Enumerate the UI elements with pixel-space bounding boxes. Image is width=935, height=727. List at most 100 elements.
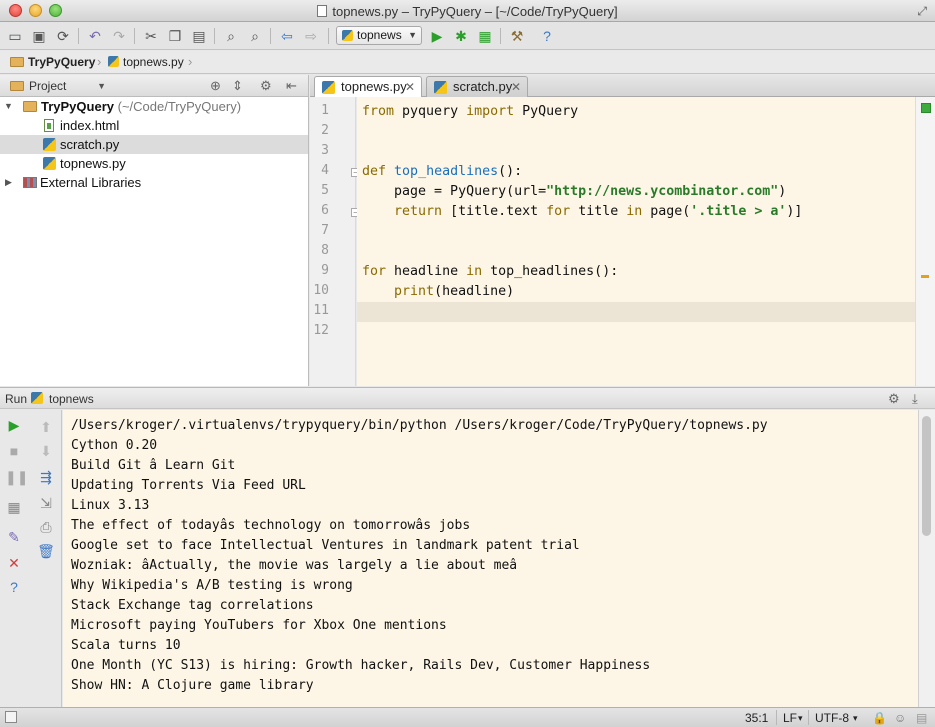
tab-scratch-py[interactable]: scratch.py ✕ <box>426 76 528 97</box>
inspector-icon[interactable]: ☺ <box>894 711 906 725</box>
python-file-icon <box>43 138 56 151</box>
run-icon[interactable]: ▶ <box>428 27 446 45</box>
open-folder-icon[interactable]: ▭ <box>6 27 24 45</box>
line-number: 5 <box>321 183 329 198</box>
run-configuration-label: topnews <box>357 28 402 42</box>
tree-item-label: topnews.py <box>60 156 126 171</box>
tree-item-index-html[interactable]: index.html <box>0 116 308 135</box>
forward-icon[interactable]: ⇨ <box>302 27 320 45</box>
tree-item-project-root[interactable]: ▼ TryPyQuery (~/Code/TryPyQuery) <box>0 97 308 116</box>
line-number: 1 <box>321 103 329 118</box>
close-tab-icon[interactable]: ✕ <box>511 77 521 97</box>
scroll-to-end-icon[interactable]: ⇲ <box>37 494 55 512</box>
tree-item-label: External Libraries <box>40 175 142 190</box>
run-configuration-select[interactable]: topnews ▼ <box>336 26 422 45</box>
toolbar-separator <box>78 28 79 44</box>
console-line: /Users/kroger/.virtualenvs/trypyquery/bi… <box>71 418 768 433</box>
code-editor[interactable]: from pyquery import PyQuery def top_head… <box>357 97 915 386</box>
event-log-icon[interactable]: ▤ <box>916 711 927 725</box>
up-arrow-icon[interactable]: ⬆ <box>37 418 55 436</box>
project-tree: ▼ TryPyQuery (~/Code/TryPyQuery) index.h… <box>0 97 309 386</box>
rerun-icon[interactable]: ▶ <box>5 416 23 434</box>
toolbar-separator <box>328 28 329 44</box>
settings-icon[interactable]: ⚒ <box>508 27 526 45</box>
warning-marker[interactable] <box>921 275 929 278</box>
tab-topnews-py[interactable]: topnews.py ✕ <box>314 76 422 97</box>
toolbar-separator <box>500 28 501 44</box>
tree-item-external-libraries[interactable]: ▶ External Libraries <box>0 173 308 192</box>
pause-icon[interactable]: ❚❚ <box>5 468 28 486</box>
console-line: Wozniak: âActually, the movie was largel… <box>71 558 518 573</box>
code-line: def top_headlines(): <box>362 164 523 179</box>
soft-wrap-icon[interactable]: ⇶ <box>37 468 55 486</box>
debug-icon[interactable]: ✱ <box>452 27 470 45</box>
python-file-icon <box>434 81 447 94</box>
expanded-arrow-icon[interactable]: ▼ <box>4 97 13 116</box>
code-line: return [title.text for title in page('.t… <box>394 204 803 219</box>
breadcrumb-separator: › <box>97 54 102 69</box>
copy-icon[interactable]: ❐ <box>166 27 184 45</box>
tree-item-label: scratch.py <box>60 137 120 152</box>
stop-icon[interactable]: ■ <box>5 442 23 460</box>
sync-icon[interactable]: ⟳ <box>54 27 72 45</box>
help-icon[interactable]: ? <box>538 27 556 45</box>
console-scrollbar[interactable] <box>918 410 935 707</box>
library-icon <box>23 177 37 188</box>
editor-tab-bar: topnews.py ✕ scratch.py ✕ <box>310 75 935 97</box>
tree-item-scratch-py[interactable]: scratch.py <box>0 135 308 154</box>
fullscreen-icon[interactable]: ⤢ <box>917 4 927 19</box>
scrollbar-thumb[interactable] <box>922 416 931 536</box>
project-view-select[interactable]: Project ▼ <box>4 78 108 94</box>
toggle-tool-windows-icon[interactable] <box>5 711 17 723</box>
console-line: Show HN: A Clojure game library <box>71 678 314 693</box>
collapsed-arrow-icon[interactable]: ▶ <box>5 173 12 192</box>
console-line: Google set to face Intellectual Ventures… <box>71 538 580 553</box>
console-line: Cython 0.20 <box>71 438 158 453</box>
hide-panel-icon[interactable]: ⤓ <box>912 391 918 407</box>
main-toolbar: ▭ ▣ ⟳ ↶ ↷ ✂ ❐ ▤ ⌕ ⌕ ⇦ ⇨ topnews ▼ ▶ ✱ ▦ … <box>0 22 935 50</box>
paste-icon[interactable]: ▤ <box>190 27 208 45</box>
console-output[interactable]: /Users/kroger/.virtualenvs/trypyquery/bi… <box>63 410 918 707</box>
chevron-down-icon: ▼ <box>97 81 106 91</box>
console-line: Why Wikipedia's A/B testing is wrong <box>71 578 353 593</box>
encoding-select[interactable]: UTF-8 <box>815 711 849 725</box>
find-icon[interactable]: ⌕ <box>222 27 240 45</box>
back-icon[interactable]: ⇦ <box>278 27 296 45</box>
editor-error-stripe[interactable] <box>915 97 935 386</box>
hide-panel-icon[interactable]: ⇤ <box>286 78 297 94</box>
scroll-from-source-icon[interactable]: ⊕ <box>210 78 221 94</box>
toolbar-separator <box>134 28 135 44</box>
tab-label: scratch.py <box>453 79 513 94</box>
line-separator-select[interactable]: LF <box>783 711 797 725</box>
down-arrow-icon[interactable]: ⬇ <box>37 442 55 460</box>
pin-icon[interactable]: ✎ <box>5 528 23 546</box>
collapse-all-icon[interactable]: ⇕ <box>232 78 243 94</box>
redo-icon[interactable]: ↷ <box>110 27 128 45</box>
lock-icon[interactable]: 🔒 <box>872 711 887 725</box>
replace-icon[interactable]: ⌕ <box>246 27 264 45</box>
trash-icon[interactable]: 🗑 <box>37 542 55 560</box>
tree-item-label: index.html <box>60 118 120 133</box>
run-panel-header: Run topnews ⚙ ⤓ <box>0 387 935 409</box>
gear-icon[interactable]: ⚙ <box>260 78 272 94</box>
tree-item-topnews-py[interactable]: topnews.py <box>0 154 308 173</box>
undo-icon[interactable]: ↶ <box>86 27 104 45</box>
coverage-icon[interactable]: ▦ <box>476 27 494 45</box>
close-tab-icon[interactable]: ✕ <box>405 77 415 97</box>
breadcrumb-file[interactable]: topnews.py <box>108 55 184 69</box>
breadcrumb-separator: › <box>188 54 193 69</box>
chevron-down-icon: ▼ <box>408 30 417 40</box>
help-icon[interactable]: ? <box>5 578 23 596</box>
gear-icon[interactable]: ⚙ <box>888 391 900 407</box>
breadcrumb-project[interactable]: TryPyQuery <box>10 55 95 69</box>
cut-icon[interactable]: ✂ <box>142 27 160 45</box>
html-file-icon <box>44 119 54 132</box>
status-bar: 35:1 LF ▾ UTF-8 ▾ 🔒 ☺ ▤ <box>0 707 935 727</box>
save-icon[interactable]: ▣ <box>30 27 48 45</box>
caret-position[interactable]: 35:1 <box>745 711 768 725</box>
chevron-down-icon: ▾ <box>853 713 858 723</box>
close-icon[interactable]: ✕ <box>5 554 23 572</box>
inspection-ok-icon[interactable] <box>921 103 931 113</box>
restore-layout-icon[interactable]: ▦ <box>5 498 23 516</box>
print-icon[interactable]: ⎙ <box>37 518 55 536</box>
